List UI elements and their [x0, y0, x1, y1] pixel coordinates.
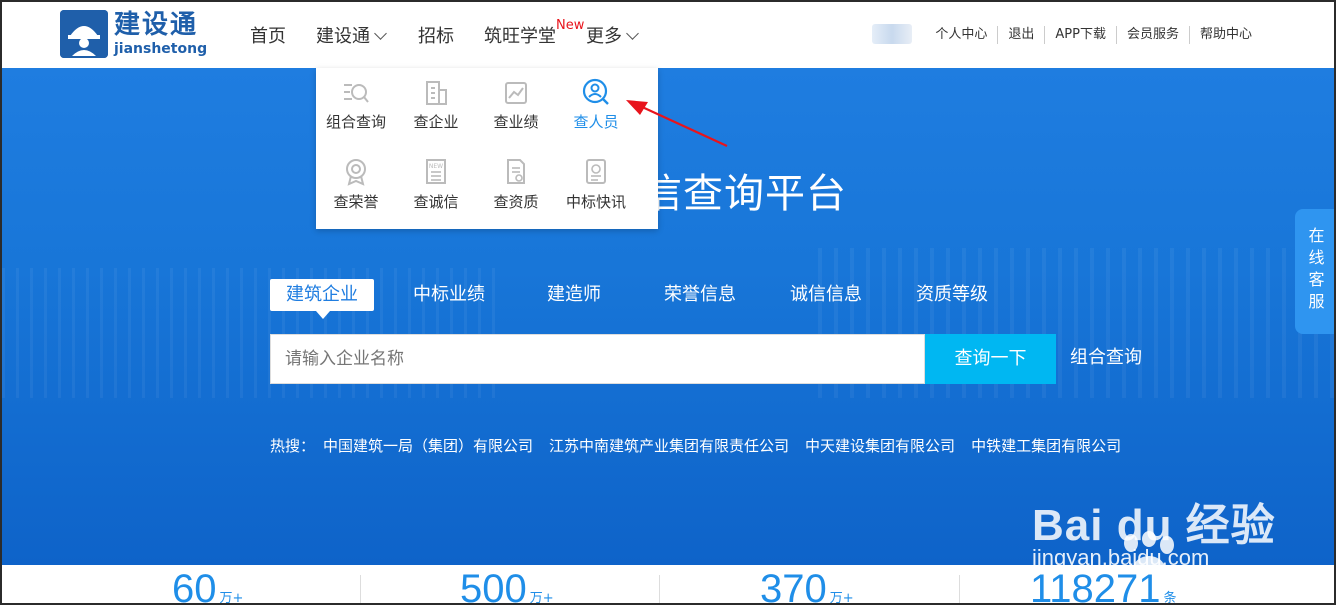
tab-constructor[interactable]: 建造师 [547, 279, 601, 311]
hot-search-link[interactable]: 中天建设集团有限公司 [805, 436, 955, 456]
divider [360, 575, 361, 603]
menu-item-label: 查业绩 [493, 113, 539, 131]
hero-banner: 信查询平台 建筑企业 中标业绩 建造师 荣誉信息 诚信信息 资质等级 查询一下 … [2, 68, 1334, 565]
nav-more[interactable]: 更多 [586, 24, 639, 50]
nav-bidding-label: 招标 [418, 26, 454, 47]
menu-item-personnel[interactable]: 查人员 [556, 78, 636, 138]
baidu-watermark-url: jingyan.baidu.com [1032, 545, 1210, 565]
more-dropdown-menu: 组合查询 查企业 查业绩 查人员 查荣誉 NEW 查诚信 查资质 中标快讯 [316, 68, 658, 229]
chevron-down-icon [374, 27, 387, 40]
search-button[interactable]: 查询一下 [925, 334, 1056, 384]
stat-number: 500 [460, 567, 527, 605]
hot-search-link[interactable]: 中国建筑一局（集团）有限公司 [323, 436, 533, 456]
stat-item: 370 万+ [760, 565, 854, 605]
menu-item-honors[interactable]: 查荣誉 [316, 158, 396, 218]
nav-bidding[interactable]: 招标 [418, 24, 454, 50]
certificate-icon [507, 159, 525, 184]
logout-link[interactable]: 退出 [997, 26, 1044, 44]
menu-item-label: 组合查询 [325, 113, 386, 131]
menu-item-label: 查诚信 [413, 193, 459, 211]
chevron-down-icon [626, 27, 639, 40]
company-search-input[interactable] [270, 334, 925, 384]
member-service-link[interactable]: 会员服务 [1115, 26, 1189, 44]
stat-unit: 万+ [829, 591, 854, 605]
combo-search-link[interactable]: 组合查询 [1070, 344, 1142, 372]
person-search-icon [582, 78, 609, 105]
award-icon [346, 159, 366, 186]
newspaper-icon: NEW [426, 159, 446, 184]
stat-item: 118271 条 [1030, 565, 1177, 605]
stat-item: 60 万+ [172, 565, 244, 605]
new-badge: New [556, 18, 585, 33]
stat-unit: 万+ [529, 591, 554, 605]
chart-icon [505, 82, 527, 104]
menu-item-label: 查荣誉 [333, 193, 379, 211]
nav-jianshetong[interactable]: 建设通 [316, 24, 387, 50]
avatar[interactable] [872, 24, 912, 44]
menu-item-label: 中标快讯 [565, 193, 626, 211]
tab-winning-bids[interactable]: 中标业绩 [413, 279, 485, 311]
nav-academy-label: 筑旺学堂 [484, 26, 556, 47]
stat-unit: 条 [1163, 591, 1177, 605]
tab-qualification[interactable]: 资质等级 [916, 279, 988, 311]
hero-title: 信查询平台 [642, 171, 847, 217]
worker-helmet-icon [60, 10, 108, 58]
menu-item-combo-search[interactable]: 组合查询 [316, 80, 396, 140]
stat-unit: 万+ [219, 591, 244, 605]
user-center-link[interactable]: 个人中心 [925, 26, 997, 44]
menu-item-bid-news[interactable]: 中标快讯 [556, 158, 636, 218]
nav-more-label: 更多 [586, 26, 622, 47]
service-char: 在 [1308, 226, 1325, 245]
stat-item: 500 万+ [460, 565, 554, 605]
stat-number: 118271 [1030, 567, 1161, 605]
stat-number: 60 [172, 567, 217, 605]
online-service-tab[interactable]: 在 线 客 服 [1295, 209, 1334, 334]
help-center-link[interactable]: 帮助中心 [1188, 26, 1262, 44]
menu-item-company[interactable]: 查企业 [396, 80, 476, 140]
hot-search-link[interactable]: 中铁建工集团有限公司 [971, 436, 1121, 456]
logo-text-cn: 建设通 [114, 10, 199, 40]
bid-news-icon [586, 159, 606, 184]
divider [659, 575, 660, 603]
building-icon [426, 81, 447, 105]
menu-item-qualification[interactable]: 查资质 [476, 158, 556, 218]
menu-item-label: 查资质 [493, 193, 539, 211]
nav-home[interactable]: 首页 [250, 24, 286, 50]
menu-item-credit[interactable]: NEW 查诚信 [396, 158, 476, 218]
app-download-link[interactable]: APP下载 [1044, 26, 1116, 44]
site-logo[interactable]: 建设通 jianshetong [60, 10, 225, 60]
hot-search-link[interactable]: 江苏中南建筑产业集团有限责任公司 [549, 436, 789, 456]
combo-search-icon [344, 84, 369, 103]
stat-number: 370 [760, 567, 827, 605]
site-header: 建设通 jianshetong 首页 建设通 招标 筑旺学堂 更多 New 个人… [2, 2, 1334, 68]
service-char: 服 [1308, 292, 1325, 311]
tab-construction-company[interactable]: 建筑企业 [270, 279, 374, 319]
nav-home-label: 首页 [250, 26, 286, 47]
hot-searches: 热搜： 中国建筑一局（集团）有限公司 江苏中南建筑产业集团有限责任公司 中天建设集团有… [270, 436, 1137, 456]
service-char: 客 [1308, 270, 1325, 289]
hot-search-label: 热搜： [270, 437, 316, 455]
service-char: 线 [1308, 248, 1325, 267]
browser-frame: 建设通 jianshetong 首页 建设通 招标 筑旺学堂 更多 New 个人… [0, 0, 1336, 605]
nav-academy[interactable]: 筑旺学堂 [484, 24, 556, 50]
menu-item-performance[interactable]: 查业绩 [476, 80, 556, 140]
tab-honors[interactable]: 荣誉信息 [664, 279, 736, 311]
tab-credit[interactable]: 诚信信息 [790, 279, 862, 311]
stats-bar: 60 万+ 500 万+ 370 万+ 118271 条 [2, 565, 1334, 605]
menu-item-label: 查企业 [413, 113, 459, 131]
user-nav: 个人中心 退出 APP下载 会员服务 帮助中心 [925, 26, 1262, 44]
logo-text-en: jianshetong [114, 41, 208, 57]
svg-text:NEW: NEW [429, 163, 443, 170]
baidu-watermark: Bai du 经验 [1032, 501, 1276, 550]
divider [959, 575, 960, 603]
menu-item-label: 查人员 [573, 113, 619, 131]
nav-jianshetong-label: 建设通 [316, 26, 370, 47]
